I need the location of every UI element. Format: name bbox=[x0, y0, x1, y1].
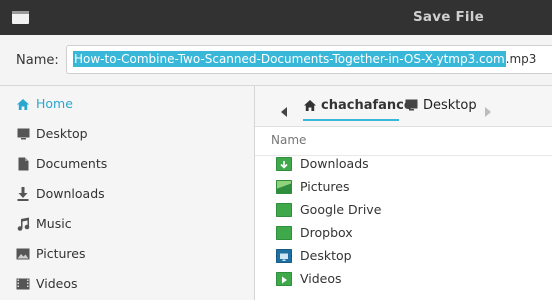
sidebar-item-label: Downloads bbox=[36, 186, 105, 201]
title-bar[interactable]: Save File bbox=[0, 0, 552, 35]
sidebar-item-label: Music bbox=[36, 216, 72, 231]
save-file-dialog: Save File Name: How-to-Combine-Two-Scann… bbox=[0, 0, 552, 300]
sidebar-item-label: Documents bbox=[36, 156, 108, 171]
column-header-label: Name bbox=[271, 133, 307, 147]
name-bar: Name: How-to-Combine-Two-Scanned-Documen… bbox=[0, 35, 552, 86]
breadcrumb-label: chachafance bbox=[321, 98, 413, 113]
document-icon bbox=[16, 157, 30, 171]
sidebar-item-label: Pictures bbox=[36, 246, 86, 261]
places-sidebar: Home Desktop Documents Downloads Music P… bbox=[0, 86, 255, 300]
desktop-folder-icon bbox=[276, 249, 292, 263]
file-row[interactable]: Google Drive bbox=[255, 200, 552, 223]
folder-icon bbox=[276, 226, 292, 240]
sidebar-item-label: Desktop bbox=[36, 126, 88, 141]
folder-icon bbox=[276, 203, 292, 217]
filename-text: How-to-Combine-Two-Scanned-Documents-Tog… bbox=[73, 51, 537, 67]
desktop-icon bbox=[16, 127, 30, 141]
breadcrumb-label: Desktop bbox=[423, 98, 477, 113]
path-bar: chachafance Desktop bbox=[255, 86, 552, 127]
file-name: Desktop bbox=[300, 248, 352, 263]
file-row[interactable]: Pictures bbox=[255, 177, 552, 200]
sidebar-item-videos[interactable]: Videos bbox=[0, 269, 254, 299]
file-name: Pictures bbox=[300, 179, 350, 194]
file-row[interactable]: Desktop bbox=[255, 246, 552, 269]
video-icon bbox=[16, 277, 30, 291]
file-name: Dropbox bbox=[300, 225, 353, 240]
window-icon bbox=[12, 11, 29, 24]
chevron-left-icon[interactable] bbox=[281, 102, 288, 121]
sidebar-item-downloads[interactable]: Downloads bbox=[0, 179, 254, 209]
picture-icon bbox=[16, 247, 30, 261]
filename-input[interactable]: How-to-Combine-Two-Scanned-Documents-Tog… bbox=[66, 45, 552, 74]
sidebar-item-home[interactable]: Home bbox=[0, 89, 254, 119]
file-row[interactable]: Downloads bbox=[255, 154, 552, 177]
sidebar-item-music[interactable]: Music bbox=[0, 209, 254, 239]
breadcrumb-home[interactable]: chachafance bbox=[303, 95, 413, 121]
sidebar-item-documents[interactable]: Documents bbox=[0, 149, 254, 179]
file-row[interactable]: Videos bbox=[255, 269, 552, 292]
downloads-folder-icon bbox=[276, 157, 292, 171]
sidebar-item-label: Videos bbox=[36, 276, 78, 291]
desktop-icon bbox=[405, 99, 418, 115]
download-icon bbox=[16, 187, 30, 201]
filename-extension: .mp3 bbox=[505, 52, 537, 66]
filename-selected-text: How-to-Combine-Two-Scanned-Documents-Tog… bbox=[73, 51, 506, 67]
file-name: Google Drive bbox=[300, 202, 382, 217]
breadcrumb-desktop[interactable]: Desktop bbox=[405, 95, 483, 119]
column-header-name[interactable]: Name bbox=[255, 126, 552, 156]
file-name: Downloads bbox=[300, 156, 369, 171]
videos-folder-icon bbox=[276, 272, 292, 286]
home-icon bbox=[303, 99, 317, 116]
chevron-right-icon[interactable] bbox=[484, 102, 491, 121]
file-row[interactable]: Dropbox bbox=[255, 223, 552, 246]
home-icon bbox=[16, 97, 30, 111]
name-label: Name: bbox=[16, 53, 59, 68]
sidebar-item-pictures[interactable]: Pictures bbox=[0, 239, 254, 269]
sidebar-item-desktop[interactable]: Desktop bbox=[0, 119, 254, 149]
music-icon bbox=[16, 217, 30, 231]
file-browser: chachafance Desktop Name Downloads Pictu… bbox=[255, 86, 552, 300]
pictures-folder-icon bbox=[276, 180, 292, 194]
window-title: Save File bbox=[413, 9, 484, 25]
file-name: Videos bbox=[300, 271, 342, 286]
sidebar-item-label: Home bbox=[36, 96, 73, 111]
